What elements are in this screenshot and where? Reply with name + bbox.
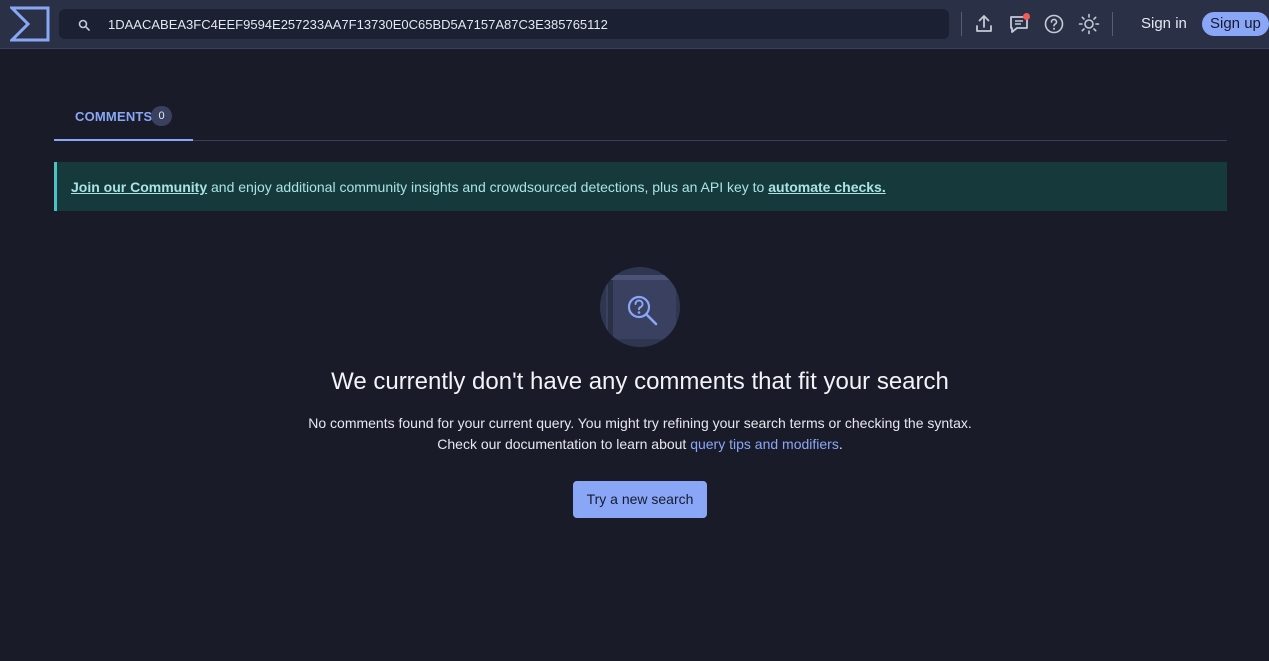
- sign-up-button[interactable]: Sign up: [1202, 12, 1269, 36]
- empty-state-description: No comments found for your current query…: [0, 413, 1269, 455]
- automate-checks-link[interactable]: automate checks.: [768, 179, 886, 195]
- try-new-search-button[interactable]: Try a new search: [573, 481, 707, 518]
- help-icon[interactable]: [1042, 12, 1066, 36]
- sigma-logo-icon[interactable]: [8, 6, 50, 42]
- tab-label: COMMENTS: [75, 109, 153, 124]
- theme-toggle-icon[interactable]: [1077, 12, 1101, 36]
- tab-count-badge: 0: [151, 106, 172, 126]
- toolbar-divider: [1112, 12, 1113, 36]
- empty-state-line-2: Check our documentation to learn about: [437, 436, 691, 452]
- search-bar[interactable]: [59, 9, 949, 39]
- search-icon: [78, 18, 90, 31]
- toolbar-divider: [961, 12, 962, 36]
- empty-state-title: We currently don't have any comments tha…: [331, 368, 949, 395]
- banner-text: and enjoy additional community insights …: [207, 179, 769, 195]
- top-bar: Sign in Sign up: [0, 0, 1269, 49]
- notification-dot: [1023, 13, 1030, 20]
- chat-icon[interactable]: [1007, 12, 1031, 36]
- community-banner: Join our Community and enjoy additional …: [54, 162, 1227, 211]
- query-tips-link[interactable]: query tips and modifiers: [690, 436, 839, 452]
- empty-state-line-1: No comments found for your current query…: [308, 415, 972, 431]
- tab-comments[interactable]: COMMENTS 0: [54, 97, 193, 141]
- search-question-icon: [600, 267, 680, 347]
- upload-icon[interactable]: [972, 12, 996, 36]
- tab-bar: COMMENTS 0: [54, 97, 1227, 141]
- join-community-link[interactable]: Join our Community: [71, 179, 207, 195]
- sign-in-button[interactable]: Sign in: [1133, 13, 1195, 35]
- search-input[interactable]: [108, 9, 928, 39]
- empty-state-line-2-end: .: [838, 436, 843, 452]
